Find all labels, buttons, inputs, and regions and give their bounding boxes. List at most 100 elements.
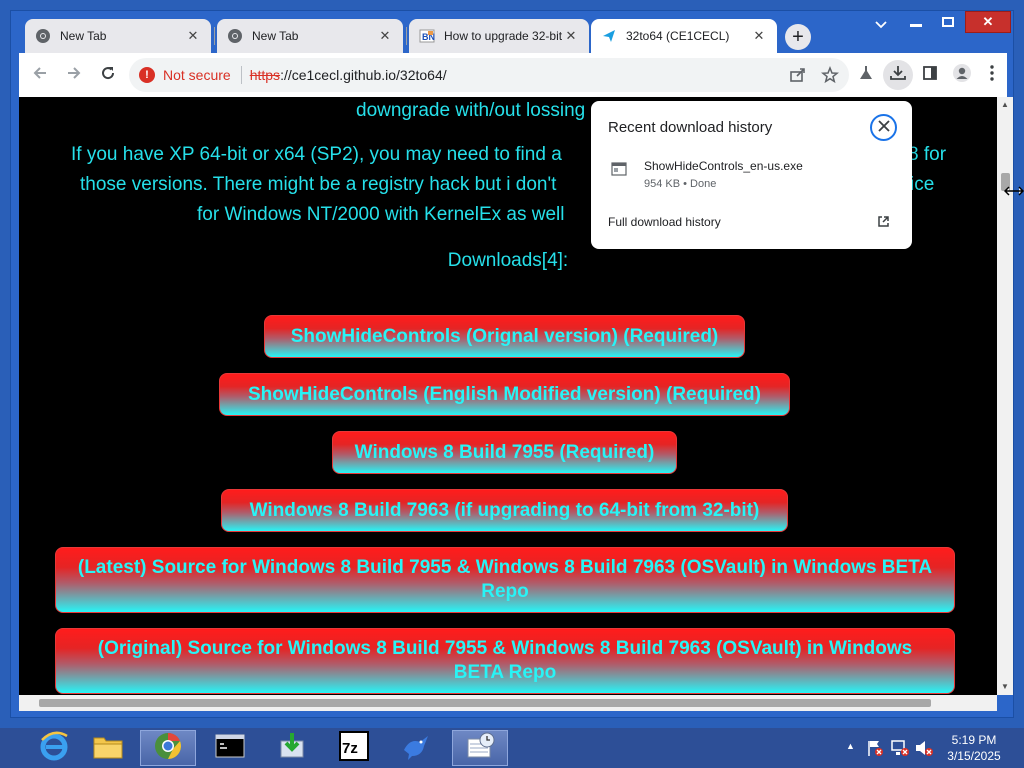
command-prompt-icon [215,734,245,763]
chevron-down-icon [875,18,887,32]
taskbar-bird-app[interactable] [388,730,444,766]
download-item[interactable]: ShowHideControls_en-us.exe 954 KB • Done [591,151,912,197]
tab-separator [214,27,215,45]
tab-search-button[interactable] [871,15,891,35]
browser-window: New Tab ✕ New Tab ✕ BN How to upgrade 32… [10,10,1014,718]
tab-title: 32to64 (CE1CECL) [626,29,730,43]
chrome-icon [35,28,51,44]
show-hidden-icons-chevron-icon[interactable]: ▲ [846,741,855,751]
download-button-build-7963[interactable]: Windows 8 Build 7963 (if upgrading to 64… [221,489,788,532]
taskbar-internet-explorer[interactable] [26,730,82,766]
taskbar-task-scheduler[interactable] [452,730,508,766]
tab-title: New Tab [60,29,107,43]
profile-avatar-icon [952,63,972,88]
profile-button[interactable] [947,60,977,90]
action-center-flag-icon[interactable] [866,739,884,762]
omnibox-divider [240,66,242,84]
address-bar[interactable]: ! Not secure https ://ce1cecl.github.io/… [129,58,849,92]
close-icon: ✕ [982,14,994,29]
close-icon [877,119,890,137]
taskbar-7zip[interactable]: 7z [326,730,382,766]
close-bubble-button[interactable] [870,114,897,141]
tab-32to64[interactable]: 32to64 (CE1CECL) ✕ [591,19,777,53]
tab-how-to-upgrade[interactable]: BN How to upgrade 32-bit ✕ [409,19,589,53]
download-history-bubble: Recent download history ShowHideControls… [591,101,912,249]
internet-explorer-icon [38,730,70,767]
taskbar-download-installer[interactable] [264,730,320,766]
tab-strip: New Tab ✕ New Tab ✕ BN How to upgrade 32… [11,11,1013,53]
download-file-name: ShowHideControls_en-us.exe [644,159,803,173]
svg-text:7z: 7z [342,740,358,757]
arrow-right-icon [66,65,82,86]
forward-button[interactable] [59,60,89,90]
close-tab-icon[interactable]: ✕ [563,28,579,44]
reload-button[interactable] [93,60,123,90]
download-button-english[interactable]: ShowHideControls (English Modified versi… [219,373,790,416]
tab-new-tab-1[interactable]: New Tab ✕ [25,19,211,53]
horizontal-scroll-thumb[interactable] [39,699,931,707]
not-secure-icon[interactable]: ! [139,67,155,83]
arrow-left-icon [32,65,48,86]
chrome-icon [153,731,183,766]
download-button-original[interactable]: ShowHideControls (Orignal version) (Requ… [264,315,745,358]
download-button-original-source[interactable]: (Original) Source for Windows 8 Build 79… [55,628,955,694]
close-tab-icon[interactable]: ✕ [185,28,201,44]
side-panel-icon [922,65,938,86]
downloads-button[interactable] [883,60,913,90]
taskbar-clock[interactable]: 5:19 PM 3/15/2025 [934,732,1014,764]
task-scheduler-icon [465,731,495,766]
paragraph-line: If you have XP 64-bit or x64 (SP2), you … [71,144,562,165]
menu-button[interactable] [977,60,1007,90]
taskbar-file-explorer[interactable] [80,730,136,766]
volume-muted-icon[interactable] [914,739,934,762]
scroll-down-icon[interactable]: ▼ [1001,682,1009,691]
close-tab-icon[interactable]: ✕ [751,28,767,44]
resize-cursor-icon [1003,183,1024,201]
bubble-title: Recent download history [608,119,773,136]
back-button[interactable] [25,60,55,90]
maximize-icon [942,15,954,30]
paragraph-line: those versions. There might be a registr… [80,174,557,195]
download-button-build-7955[interactable]: Windows 8 Build 7955 (Required) [332,431,677,474]
7zip-icon: 7z [339,730,369,766]
taskbar-chrome[interactable] [140,730,196,766]
browser-toolbar: ! Not secure https ://ce1cecl.github.io/… [19,53,1007,97]
site-favicon-icon: BN [419,28,435,44]
not-secure-label[interactable]: Not secure [163,67,231,83]
new-tab-button[interactable]: + [785,24,811,50]
scroll-up-icon[interactable]: ▲ [1001,100,1009,109]
url-text: ://ce1cecl.github.io/32to64/ [280,67,447,83]
url-scheme: https [249,67,281,83]
kebab-menu-icon [990,64,994,86]
full-download-history-link[interactable]: Full download history [608,215,721,229]
clock-date: 3/15/2025 [947,749,1001,763]
tab-new-tab-2[interactable]: New Tab ✕ [217,19,403,53]
close-tab-icon[interactable]: ✕ [377,28,393,44]
taskbar-command-prompt[interactable] [202,730,258,766]
file-explorer-icon [92,732,124,765]
maximize-button[interactable] [933,11,963,33]
network-icon[interactable] [890,739,910,762]
minimize-icon [910,15,922,30]
side-panel-button[interactable] [915,60,945,90]
labs-button[interactable] [851,60,881,90]
tab-title: New Tab [252,29,299,43]
minimize-button[interactable] [901,11,931,33]
tab-title: How to upgrade 32-bit [444,29,563,43]
download-installer-icon [277,731,307,766]
download-icon [889,64,907,87]
clock-time: 5:19 PM [951,733,997,747]
paper-plane-icon [601,28,617,44]
taskbar: 7z ▲ 5:19 PM 3/15/2025 [0,728,1024,768]
plus-icon: + [792,25,804,48]
paragraph-fragment: ice [910,174,935,195]
download-button-latest-source[interactable]: (Latest) Source for Windows 8 Build 7955… [55,547,955,613]
horizontal-scrollbar[interactable] [19,695,997,711]
download-file-status: 954 KB • Done [644,178,717,190]
bookmark-star-icon[interactable] [821,65,839,87]
reload-icon [100,65,116,86]
open-external-icon[interactable] [877,215,890,233]
flask-icon [858,65,874,86]
close-window-button[interactable]: ✕ [965,11,1011,33]
share-icon[interactable] [789,66,807,87]
